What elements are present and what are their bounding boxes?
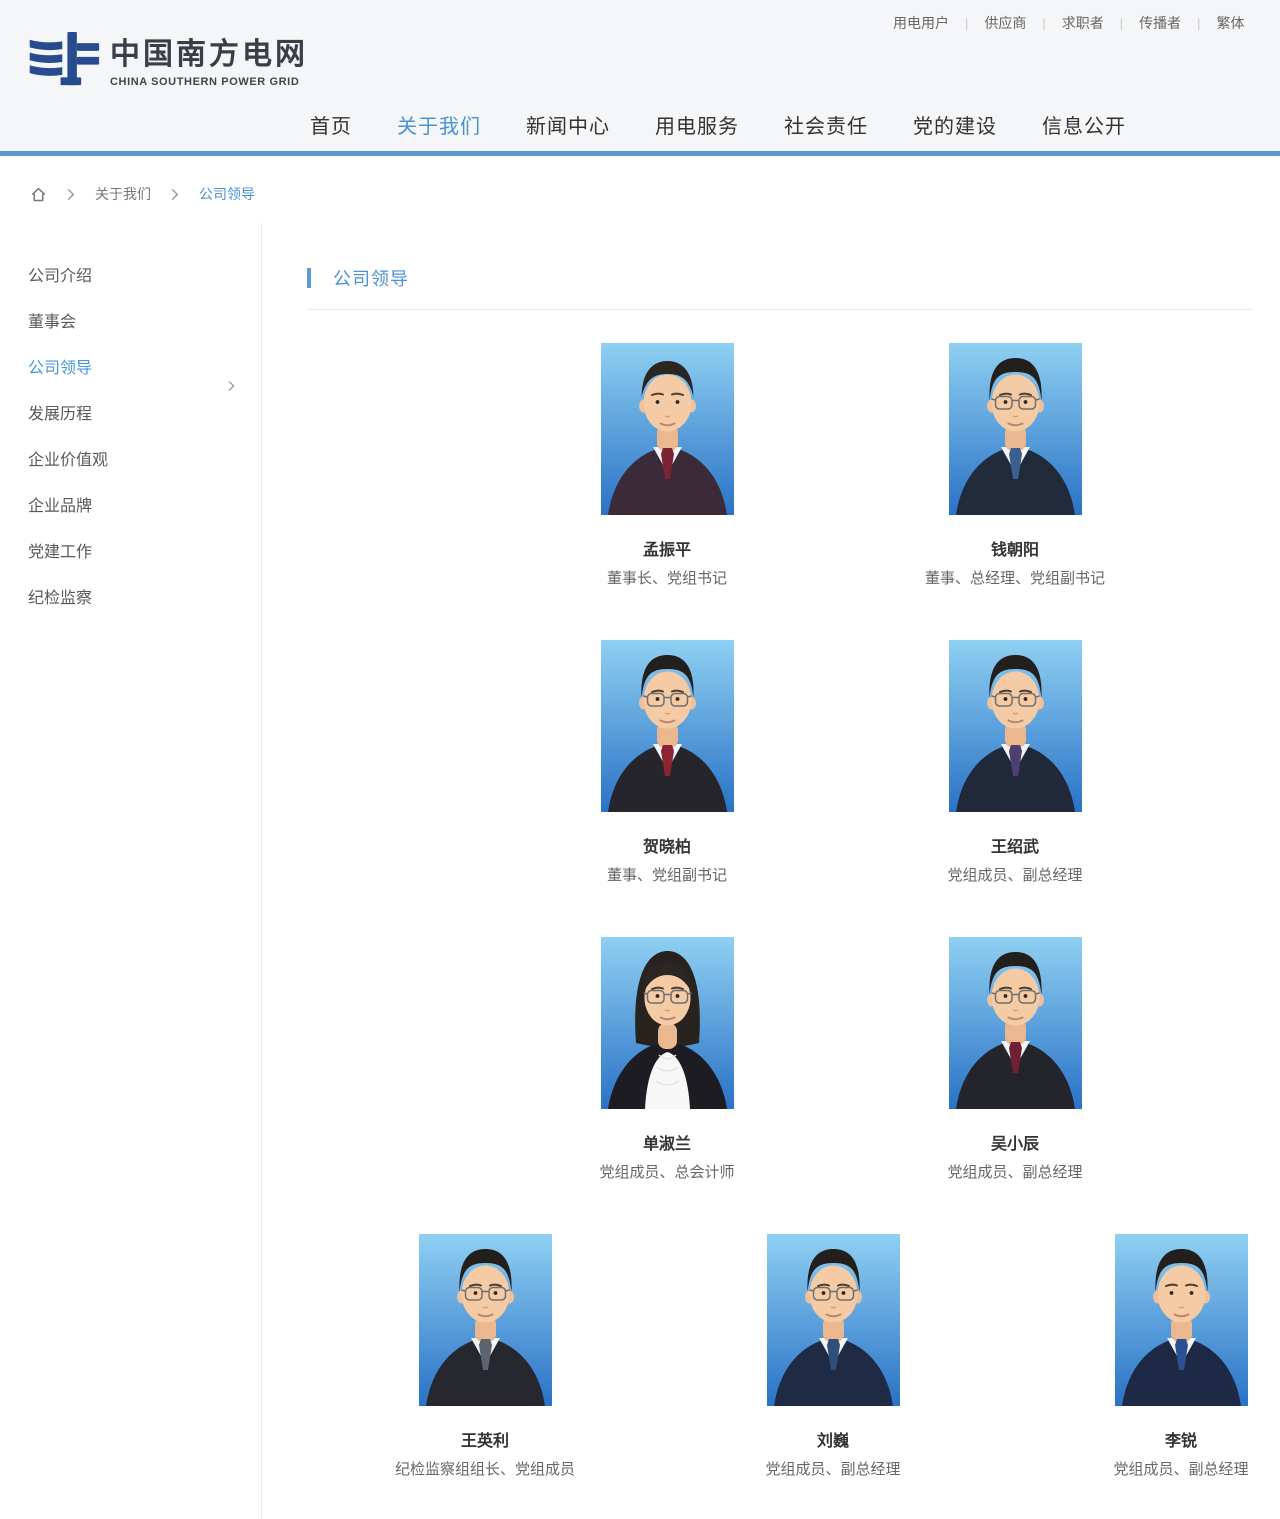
section-header: 公司领导 [307,267,1280,289]
logo-text: 中国南方电网 CHINA SOUTHERN POWER GRID [110,30,308,88]
topbar-link[interactable]: 用电用户 [893,15,949,31]
sidebar-item-7[interactable]: 纪检监察 [0,576,261,622]
sidebar-item-label: 公司领导 [28,360,92,377]
sidebar-item-5[interactable]: 企业品牌 [0,484,261,530]
leader-row: 贺晓柏董事、党组副书记王绍武党组成员、副总经理 [307,640,1280,937]
logo-icon [28,30,100,99]
sidebar-item-1[interactable]: 董事会 [0,300,261,346]
chevron-right-icon [171,189,179,200]
leader-row: 孟振平董事长、党组书记钱朝阳董事、总经理、党组副书记 [307,343,1280,640]
leader-card: 单淑兰党组成员、总会计师 [567,937,767,1182]
leader-title: 董事、党组副书记 [607,866,727,885]
leader-portrait [949,640,1082,812]
leader-card: 王绍武党组成员、副总经理 [915,640,1115,885]
topbar-link[interactable]: 供应商 [984,15,1026,31]
nav-item-3[interactable]: 用电服务 [655,112,739,142]
leader-portrait [1115,1234,1248,1406]
topbar-separator: | [965,16,968,31]
leader-title: 纪检监察组组长、党组成员 [395,1460,575,1479]
breadcrumb: 关于我们 公司领导 [30,182,1280,206]
site-header: 用电用户 | 供应商 | 求职者 | 传播者 | 繁体 中国南方电网 CHINA SOUTHER… [0,0,1280,156]
leader-title: 党组成员、副总经理 [765,1460,900,1479]
leader-card: 贺晓柏董事、党组副书记 [567,640,767,885]
topbar-link[interactable]: 传播者 [1139,15,1181,31]
leader-name: 李锐 [1165,1432,1197,1452]
leader-name: 刘巍 [817,1432,849,1452]
leader-portrait [419,1234,552,1406]
topbar-separator: | [1197,16,1200,31]
sidebar-item-label: 企业价值观 [28,452,108,469]
home-icon[interactable] [30,186,47,203]
breadcrumb-items: 关于我们 公司领导 [47,184,255,204]
leader-title: 董事、总经理、党组副书记 [925,569,1105,588]
company-logo[interactable]: 中国南方电网 CHINA SOUTHERN POWER GRID [28,30,308,99]
leader-title: 董事长、党组书记 [607,569,727,588]
main-panel: 公司领导 孟振平董事长、党组书记钱朝阳董事、总经理、党组副书记贺晓柏董事、党组副… [262,223,1280,1519]
topbar-separator: | [1042,16,1045,31]
nav-item-2[interactable]: 新闻中心 [526,112,610,142]
sidebar-item-label: 纪检监察 [28,590,92,607]
leaders-grid: 孟振平董事长、党组书记钱朝阳董事、总经理、党组副书记贺晓柏董事、党组副书记王绍武… [307,343,1280,1519]
leader-row: 单淑兰党组成员、总会计师吴小辰党组成员、副总经理 [307,937,1280,1234]
sidebar-item-6[interactable]: 党建工作 [0,530,261,576]
leader-name: 钱朝阳 [991,541,1039,561]
sidebar-item-3[interactable]: 发展历程 [0,392,261,438]
nav-item-6[interactable]: 信息公开 [1042,112,1126,142]
breadcrumb-link-0[interactable]: 关于我们 [95,184,151,204]
leader-title: 党组成员、总会计师 [599,1163,734,1182]
nav-item-1[interactable]: 关于我们 [397,112,481,142]
sidebar: 公司介绍董事会公司领导发展历程企业价值观企业品牌党建工作纪检监察 [0,223,262,1519]
leader-title: 党组成员、副总经理 [1113,1460,1248,1479]
logo-title: 中国南方电网 [110,38,308,72]
nav-item-5[interactable]: 党的建设 [913,112,997,142]
sidebar-item-label: 公司介绍 [28,268,92,285]
leader-portrait [601,640,734,812]
section-accent-bar [307,268,311,288]
section-divider [307,309,1253,310]
page-title: 公司领导 [333,265,409,291]
leader-card: 吴小辰党组成员、副总经理 [915,937,1115,1182]
main-nav: 首页 关于我们 新闻中心 用电服务 社会责任 党的建设 信息公开 [310,112,1126,142]
leader-card: 刘巍党组成员、副总经理 [733,1234,933,1479]
nav-item-0[interactable]: 首页 [310,112,352,142]
leader-name: 孟振平 [643,541,691,561]
leader-title: 党组成员、副总经理 [947,866,1082,885]
topbar-links: 用电用户 | 供应商 | 求职者 | 传播者 | 繁体 [893,13,1245,33]
sidebar-item-label: 党建工作 [28,544,92,561]
leader-portrait [601,343,734,515]
leader-portrait [767,1234,900,1406]
topbar-link[interactable]: 求职者 [1062,15,1104,31]
sidebar-item-label: 发展历程 [28,406,92,423]
leader-name: 吴小辰 [991,1135,1039,1155]
leader-card: 钱朝阳董事、总经理、党组副书记 [915,343,1115,588]
leader-portrait [949,343,1082,515]
leader-name: 王英利 [461,1432,509,1452]
leader-portrait [601,937,734,1109]
sidebar-item-2[interactable]: 公司领导 [0,346,261,392]
sidebar-item-label: 董事会 [28,314,76,331]
leader-card: 王英利纪检监察组组长、党组成员 [385,1234,585,1479]
leader-card: 李锐党组成员、副总经理 [1081,1234,1280,1479]
content-area: 公司介绍董事会公司领导发展历程企业价值观企业品牌党建工作纪检监察 公司领导 孟振… [0,223,1280,1519]
breadcrumb-link-1[interactable]: 公司领导 [199,184,255,204]
nav-item-4[interactable]: 社会责任 [784,112,868,142]
sidebar-item-label: 企业品牌 [28,498,92,515]
sidebar-item-4[interactable]: 企业价值观 [0,438,261,484]
leader-row: 王英利纪检监察组组长、党组成员刘巍党组成员、副总经理李锐党组成员、副总经理 [307,1234,1280,1519]
sidebar-item-0[interactable]: 公司介绍 [0,254,261,300]
leader-name: 王绍武 [991,838,1039,858]
leader-name: 单淑兰 [643,1135,691,1155]
topbar-separator: | [1120,16,1123,31]
chevron-right-icon [67,189,75,200]
leader-name: 贺晓柏 [643,838,691,858]
leader-card: 孟振平董事长、党组书记 [567,343,767,588]
topbar-link[interactable]: 繁体 [1217,15,1245,31]
leader-title: 党组成员、副总经理 [947,1163,1082,1182]
logo-subtitle: CHINA SOUTHERN POWER GRID [110,76,308,88]
leader-portrait [949,937,1082,1109]
